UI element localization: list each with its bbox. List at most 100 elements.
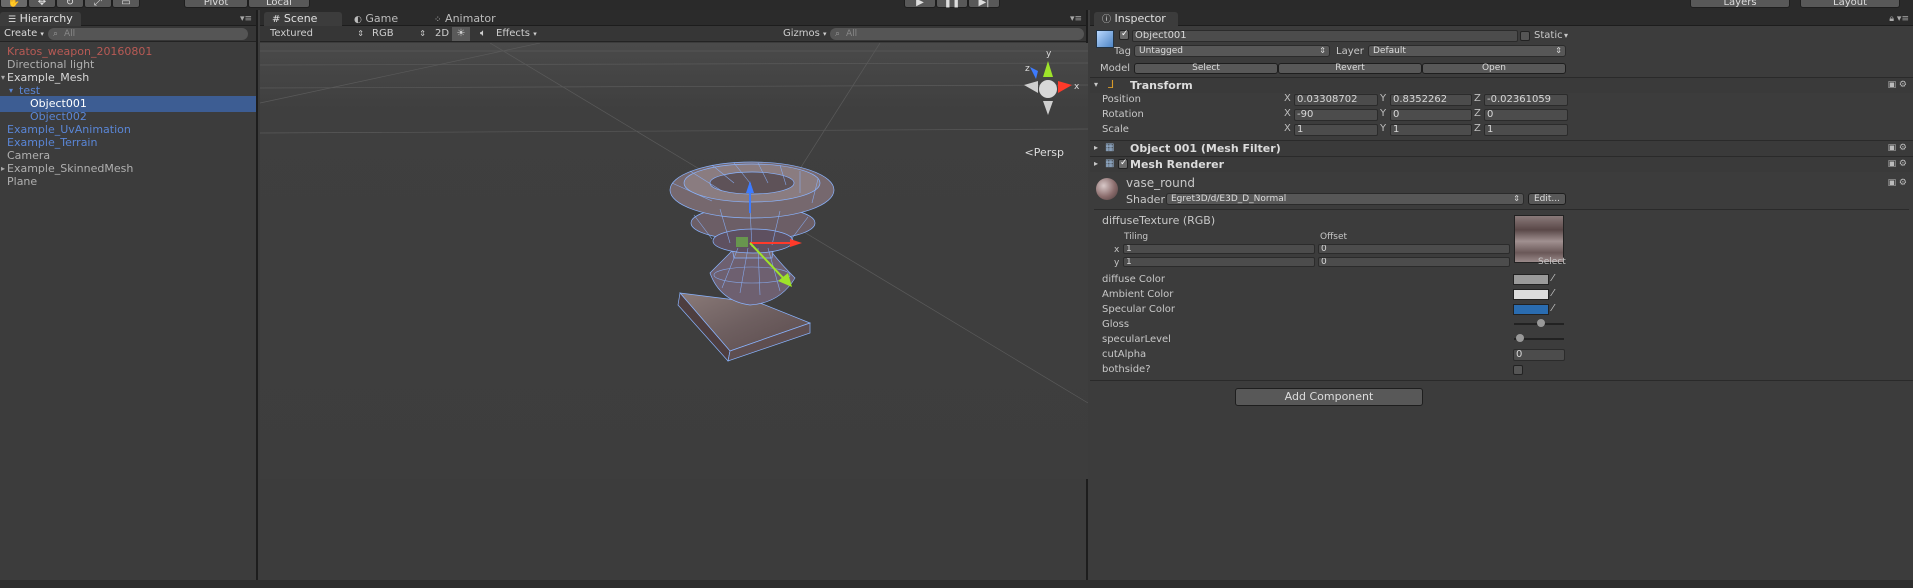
slider-thumb[interactable] [1537,319,1545,327]
layers-dropdown[interactable]: Layers [1690,0,1790,8]
rotate-tool-button[interactable]: ↻ [56,0,84,8]
scene-canvas[interactable]: y x z [260,43,1088,479]
tiling-y-field[interactable]: 1 [1123,257,1315,267]
hierarchy-item-plane[interactable]: Plane [0,174,256,190]
tag-dropdown[interactable]: Untagged ⇕ [1134,45,1330,57]
rotation-y-field[interactable]: 0 [1390,109,1472,121]
scene-search-input[interactable]: ⌕ All [830,28,1084,40]
diffuse-color-swatch[interactable] [1513,274,1549,285]
play-button[interactable]: ▶ [904,0,936,8]
audio-toggle[interactable]: 🔈︎ [474,27,492,41]
eyedropper-icon[interactable]: ⁄ [1552,272,1554,285]
active-checkbox[interactable]: ✓ [1119,29,1129,40]
hierarchy-search-input[interactable]: ⌕ All [48,28,248,40]
mesh-renderer-enabled-checkbox[interactable]: ✓ [1118,158,1128,169]
panel-menu-icon[interactable]: ▾≡ [240,14,252,24]
component-menu-icons[interactable]: ▣ ⚙ [1888,80,1907,90]
cut-alpha-field[interactable]: 0 [1513,349,1565,361]
tiling-x-field[interactable]: 1 [1123,244,1315,254]
layout-dropdown[interactable]: Layout [1800,0,1900,8]
shader-edit-button[interactable]: Edit... [1528,193,1566,205]
chevron-left-icon: < [1024,146,1034,159]
local-button[interactable]: Local [248,0,310,8]
mode-2d-toggle[interactable]: 2D [435,27,451,41]
lighting-toggle[interactable]: ☀ [452,27,470,41]
bothside-checkbox[interactable] [1513,365,1523,375]
specular-level-slider[interactable] [1514,334,1564,342]
shader-dropdown[interactable]: Egret3D/d/E3D_D_Normal ⇕ [1166,193,1524,205]
info-icon: ⓘ [1102,15,1112,25]
material-menu-icons[interactable]: ▣ ⚙ [1888,178,1907,188]
rotation-x-field[interactable]: -90 [1294,109,1378,121]
scale-z-field[interactable]: 1 [1484,124,1568,136]
sun-icon: ☀ [456,28,466,39]
pause-button[interactable]: ❚❚ [936,0,968,8]
gloss-slider[interactable] [1514,319,1564,327]
transform-header[interactable]: ▾ ⅃ Transform ▣ ⚙ [1090,77,1913,93]
static-checkbox[interactable] [1520,31,1530,41]
component-menu-icons[interactable]: ▣ ⚙ [1888,159,1907,169]
gizmos-dropdown[interactable]: Gizmos ▾ [783,27,829,41]
scale-x-field[interactable]: 1 [1294,124,1378,136]
tab-animator[interactable]: ⁘ Animator [426,12,504,26]
render-mode-dropdown[interactable]: RGB ⇕ [372,27,426,41]
pivot-button[interactable]: Pivot [184,0,248,8]
model-revert-button[interactable]: Revert [1278,63,1422,74]
chevron-down-icon: ▾ [533,30,537,38]
object-name-input[interactable]: Object001 [1132,30,1518,42]
gizmo-y-label: y [1046,49,1052,59]
position-y-field[interactable]: 0.8352262 [1390,94,1472,106]
texture-select-button[interactable]: Select [1538,256,1566,269]
rect-tool-button[interactable]: ▭ [112,0,140,8]
offset-x-field[interactable]: 0 [1318,244,1510,254]
foldout-open-icon[interactable]: ▾ [1094,80,1098,89]
projection-toggle[interactable]: <Persp [1025,146,1064,159]
tab-game[interactable]: ◐ Game [346,12,406,26]
eyedropper-icon[interactable]: ⁄ [1552,302,1554,315]
scale-tool-button[interactable]: ⤢ [84,0,112,8]
move-tool-button[interactable]: ✥ [28,0,56,8]
check-icon: ✓ [1120,158,1128,168]
chevron-down-icon: ▾ [823,30,827,38]
scene-panel: # Scene ◐ Game ⁘ Animator ▾≡ Textured ⇕ R… [260,10,1088,588]
layer-dropdown[interactable]: Default ⇕ [1368,45,1566,57]
step-button[interactable]: ▶| [968,0,1000,8]
static-label: Static [1534,30,1563,41]
model-open-button[interactable]: Open [1422,63,1566,74]
model-select-button[interactable]: Select [1134,63,1278,74]
status-bar [0,580,1913,588]
foldout-closed-icon[interactable]: ▸ [1094,143,1098,152]
axis-x-label: X [1284,123,1291,134]
scene-viewport[interactable]: y x z <Persp [260,43,1088,479]
tab-hierarchy[interactable]: ☰ Hierarchy [0,12,81,26]
offset-y-field[interactable]: 0 [1318,257,1510,267]
tab-inspector[interactable]: ⓘ Inspector [1094,12,1178,26]
specular-color-swatch[interactable] [1513,304,1549,315]
panel-menu-icon[interactable]: 🔒︎ ▾≡ [1889,14,1909,24]
shading-mode-dropdown[interactable]: Textured ⇕ [270,27,364,41]
foldout-closed-icon[interactable]: ▸ [1094,159,1098,168]
scale-y-field[interactable]: 1 [1390,124,1472,136]
static-dropdown-icon[interactable]: ▾ [1564,29,1568,42]
position-x-field[interactable]: 0.03308702 [1294,94,1378,106]
hierarchy-item-label: Plane [7,175,38,188]
hand-tool-button[interactable]: ✋ [0,0,28,8]
ambient-color-swatch[interactable] [1513,289,1549,300]
inspector-tabstrip: ⓘ Inspector 🔒︎ ▾≡ [1090,10,1913,26]
mesh-renderer-header[interactable]: ▸ ▦ ✓ Mesh Renderer ▣ ⚙ [1090,156,1913,172]
tab-scene[interactable]: # Scene [264,12,342,26]
slider-thumb[interactable] [1516,334,1524,342]
panel-menu-icon[interactable]: ▾≡ [1070,14,1082,24]
hand-icon: ✋ [7,0,21,8]
position-z-field[interactable]: -0.02361059 [1484,94,1568,106]
rotation-label: Rotation [1102,109,1144,120]
effects-dropdown[interactable]: Effects ▾ [496,27,540,41]
chevron-down-icon: ▾ [40,30,44,38]
rotation-z-field[interactable]: 0 [1484,109,1568,121]
eyedropper-icon[interactable]: ⁄ [1552,287,1554,300]
create-dropdown[interactable]: Create ▾ [4,28,44,39]
mesh-filter-header[interactable]: ▸ ▦ Object 001 (Mesh Filter) ▣ ⚙ [1090,140,1913,156]
component-menu-icons[interactable]: ▣ ⚙ [1888,143,1907,153]
updown-icon: ⇕ [419,29,426,38]
add-component-button[interactable]: Add Component [1235,388,1423,406]
